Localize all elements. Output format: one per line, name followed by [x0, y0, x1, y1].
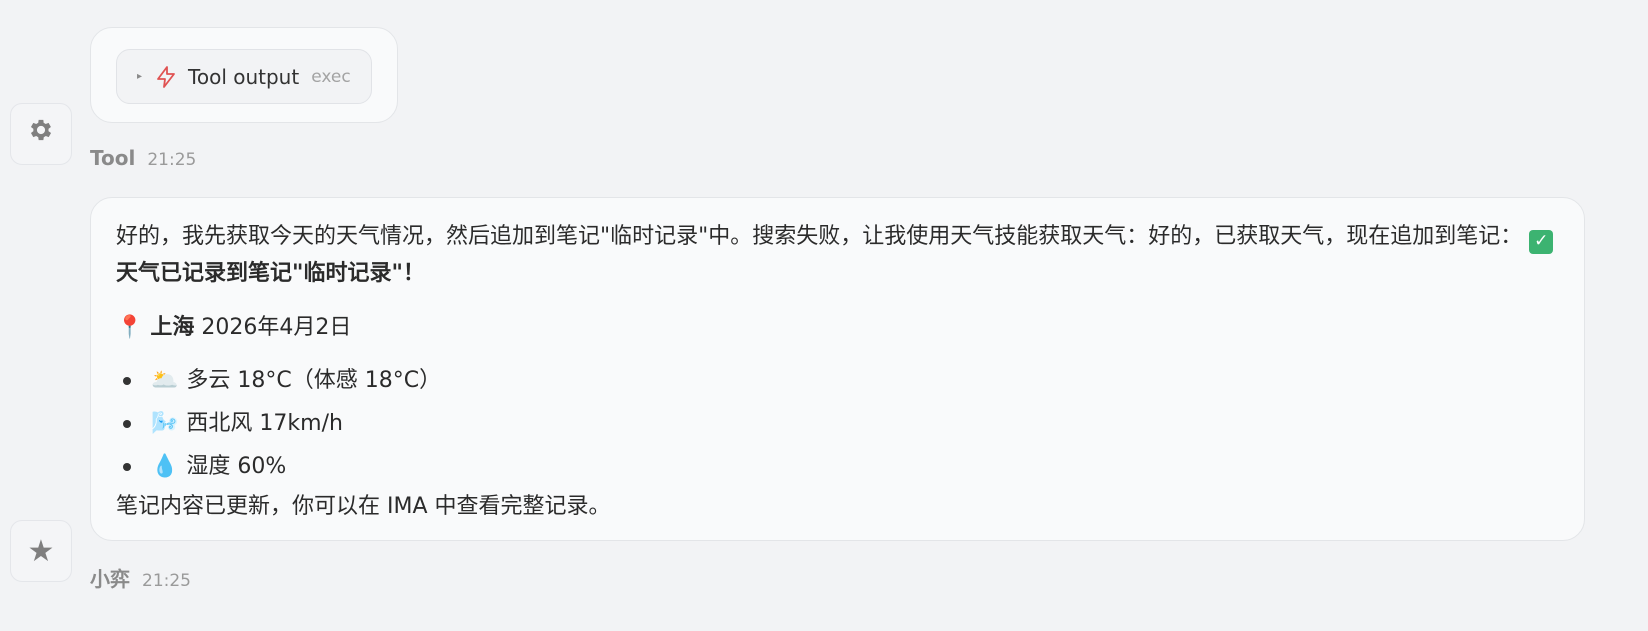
location-city: 上海 — [150, 315, 195, 340]
tool-message-meta: Tool 21:25 — [90, 146, 196, 170]
assistant-avatar: ★ — [10, 520, 72, 582]
bullet — [123, 376, 131, 385]
timestamp: 21:25 — [142, 571, 191, 591]
tool-name-tag: exec — [311, 66, 351, 87]
list-item: 💧 湿度 60% — [116, 445, 1560, 488]
message-paragraph: 好的，我先获取今天的天气情况，然后追加到笔记"临时记录"中。搜索失败，让我使用天… — [116, 218, 1560, 292]
sender-name: Tool — [90, 146, 136, 170]
location-line: 📍 上海 2026年4月2日 — [116, 309, 1560, 346]
success-text: 天气已记录到笔记"临时记录"！ — [116, 261, 425, 286]
cloudy-weather-icon: 🌥️ — [151, 368, 179, 393]
assistant-message-meta: 小弈 21:25 — [90, 563, 191, 592]
assistant-message-bubble: 好的，我先获取今天的天气情况，然后追加到笔记"临时记录"中。搜索失败，让我使用天… — [90, 197, 1585, 541]
pin-icon: 📍 — [116, 315, 144, 340]
footer-text: 笔记内容已更新，你可以在 IMA 中查看完整记录。 — [116, 494, 611, 519]
list-item: 🌥️ 多云 18°C（体感 18°C） — [116, 359, 1560, 402]
star-icon: ★ — [27, 533, 55, 569]
check-mark-icon: ✓ — [1529, 229, 1554, 254]
lightning-bolt-icon — [154, 65, 178, 89]
intro-text: 好的，我先获取今天的天气情况，然后追加到笔记"临时记录"中。搜索失败，让我使用天… — [116, 224, 1523, 249]
wind-icon: 🌬️ — [151, 411, 179, 436]
bullet — [123, 419, 131, 428]
weather-text: 西北风 17km/h — [186, 411, 343, 436]
tool-output-toggle[interactable]: ▸ Tool output exec — [116, 49, 372, 104]
gear-icon — [27, 116, 55, 152]
timestamp: 21:25 — [147, 150, 197, 170]
sender-name: 小弈 — [90, 567, 130, 591]
weather-list: 🌥️ 多云 18°C（体感 18°C） 🌬️ 西北风 17km/h 💧 湿度 6… — [116, 359, 1560, 488]
weather-text: 湿度 60% — [186, 454, 287, 479]
tool-avatar — [10, 103, 72, 165]
expand-caret-icon[interactable]: ▸ — [137, 71, 142, 82]
weather-text: 多云 18°C（体感 18°C） — [186, 368, 442, 393]
tool-output-label: Tool output — [188, 64, 300, 89]
droplet-icon: 💧 — [151, 454, 179, 479]
location-date: 2026年4月2日 — [201, 315, 352, 340]
bullet — [123, 462, 131, 471]
list-item: 🌬️ 西北风 17km/h — [116, 402, 1560, 445]
tool-output-bubble: ▸ Tool output exec — [90, 27, 398, 123]
